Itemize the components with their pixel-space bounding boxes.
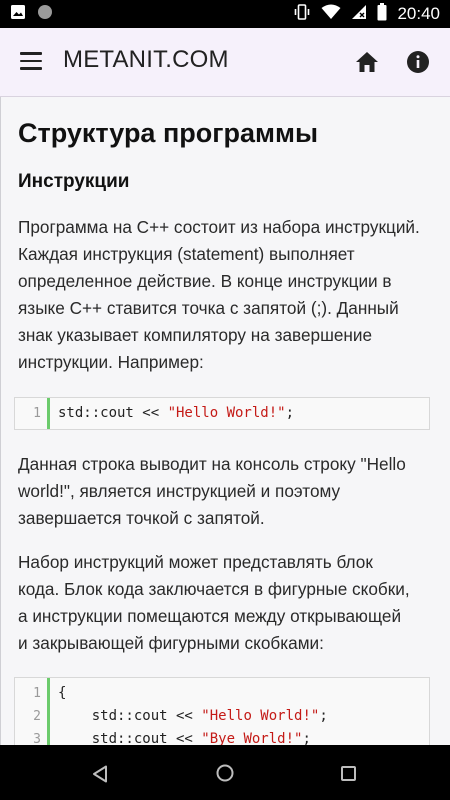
code-tail: ;: [302, 731, 311, 745]
app-bar: METANIT.COM: [0, 28, 450, 97]
status-bar-right: 20:40: [293, 0, 440, 28]
code-string: "Hello World!": [201, 708, 320, 724]
paragraph-line: инструкции. Например:: [18, 352, 204, 372]
paragraph-line: Набор инструкций может представлять блок: [18, 552, 373, 572]
page-title: Структура программы: [18, 118, 319, 148]
article-content[interactable]: Структура программы Инструкции Программа…: [0, 97, 450, 745]
circle-icon: [36, 3, 54, 25]
code-string: "Hello World!": [167, 405, 286, 421]
paragraph-line: кода. Блок кода заключается в фигурные с…: [18, 579, 410, 599]
code-plain: {: [58, 685, 67, 701]
paragraph-line: завершается точкой с запятой.: [18, 508, 265, 528]
recent-apps-icon[interactable]: [341, 766, 356, 785]
paragraph-line: Каждая инструкция (statement) выполняет: [18, 244, 355, 264]
paragraph-3: Набор инструкций может представлять блок…: [18, 549, 438, 657]
code-tail: ;: [319, 708, 328, 724]
code-text: std::cout << "Bye World!";: [58, 728, 311, 745]
code-text: std::cout << "Hello World!";: [58, 402, 294, 425]
code-text: std::cout << "Hello World!";: [58, 705, 328, 728]
section-title: Инструкции: [18, 171, 130, 192]
line-number: 1: [33, 686, 41, 701]
home-circle-icon[interactable]: [216, 764, 234, 786]
back-icon[interactable]: [92, 765, 108, 787]
paragraph-line: Программа на C++ состоит из набора инстр…: [18, 217, 420, 237]
paragraph-1: Программа на C++ состоит из набора инстр…: [18, 214, 438, 376]
image-icon: [10, 4, 26, 24]
code-tail: ;: [285, 405, 295, 421]
paragraph-line: знак указывает компилятору на завершение: [18, 325, 373, 345]
paragraph-line: языке C++ ставится точка с запятой (;). …: [18, 298, 399, 318]
paragraph-2: Данная строка выводит на консоль строку …: [18, 451, 438, 532]
code-line: 3 std::cout << "Bye World!";: [15, 728, 429, 745]
paragraph-line: а инструкции помещаются между открывающе…: [18, 606, 402, 626]
line-number: 3: [33, 732, 41, 745]
paragraph-line: Данная строка выводит на консоль строку …: [18, 454, 406, 474]
line-number: 1: [33, 406, 41, 421]
home-icon[interactable]: [354, 50, 380, 74]
line-number: 2: [33, 709, 41, 724]
paragraph-line: world!", является инструкцией и поэтому: [18, 481, 341, 501]
code-line: 2 std::cout << "Hello World!";: [15, 705, 429, 728]
paragraph-line: определенное действие. В конце инструкци…: [18, 271, 392, 291]
signal-off-icon: [351, 4, 367, 24]
status-bar: 20:40: [0, 0, 450, 28]
code-plain: std::cout <<: [58, 405, 168, 421]
info-icon[interactable]: [406, 50, 430, 74]
paragraph-line: и закрывающей фигурными скобками:: [18, 633, 324, 653]
navigation-bar: [0, 745, 450, 800]
code-line: 1 std::cout << "Hello World!";: [15, 402, 429, 425]
code-line: 1 {: [15, 682, 429, 705]
app-title: METANIT.COM: [63, 46, 229, 73]
code-plain: std::cout <<: [58, 708, 202, 724]
code-plain: std::cout <<: [58, 731, 202, 745]
menu-icon[interactable]: [20, 52, 42, 70]
vibrate-icon: [293, 3, 311, 25]
wifi-icon: [321, 4, 341, 24]
code-string: "Bye World!": [201, 731, 303, 745]
battery-icon: [377, 3, 387, 25]
code-block-2[interactable]: 1 { 2 std::cout << "Hello World!"; 3 std…: [14, 677, 430, 745]
code-text: {: [58, 682, 66, 705]
status-bar-left: [10, 0, 54, 28]
code-block-1[interactable]: 1 std::cout << "Hello World!";: [14, 397, 430, 430]
status-time: 20:40: [397, 4, 440, 23]
